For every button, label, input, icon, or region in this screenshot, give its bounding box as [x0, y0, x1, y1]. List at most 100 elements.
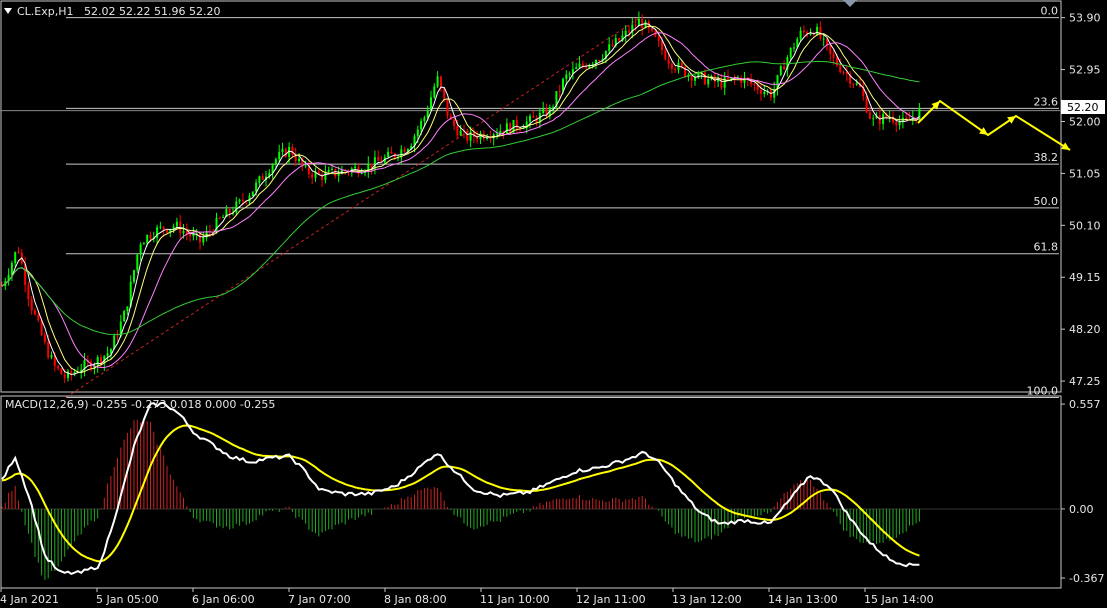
candle-body	[624, 30, 627, 36]
candle-body	[291, 146, 294, 156]
candle-body	[456, 126, 459, 136]
macd-y-tick-label: 0.557	[1069, 398, 1101, 411]
candle-body	[855, 83, 858, 85]
candle-body	[43, 335, 46, 342]
candle-body	[552, 106, 555, 108]
candle-body	[783, 66, 786, 70]
candle-body	[895, 121, 898, 126]
macd-header: MACD(12,26,9) -0.255 -0.273 0.018 0.000 …	[5, 398, 275, 411]
candle-body	[898, 121, 901, 126]
candle-body	[542, 108, 545, 113]
candle-body	[446, 98, 449, 116]
candle-body	[60, 368, 63, 375]
candle-body	[558, 91, 561, 93]
symbol-label: CL.Exp,H1	[17, 5, 74, 18]
candle-body	[769, 90, 772, 98]
candle-body	[17, 252, 20, 254]
ohlc-readout: 52.02 52.22 51.96 52.20	[84, 5, 220, 18]
candle-body	[760, 89, 762, 94]
y-tick-label: 50.10	[1069, 219, 1101, 232]
candle-body	[482, 133, 485, 139]
candle-body	[238, 199, 241, 202]
candle-body	[222, 216, 225, 218]
x-tick-label: 5 Jan 05:00	[96, 593, 159, 606]
candle-body	[723, 76, 726, 88]
candle-body	[218, 217, 221, 219]
candle-body	[608, 44, 611, 51]
candle-body	[96, 357, 99, 366]
candle-body	[753, 83, 756, 85]
candle-body	[420, 121, 423, 130]
y-tick-label: 51.05	[1069, 167, 1101, 180]
chart-window[interactable]: 0.0 23.6 38.2 50.0 61.8 100.0 53.90 52.95 52.00…	[0, 0, 1107, 608]
macd-y-tick-label: 0.00	[1069, 503, 1094, 516]
candle-body	[274, 159, 277, 165]
candle-body	[426, 110, 429, 118]
candle-body	[436, 76, 439, 87]
x-tick-label: 4 Jan 2021	[0, 593, 59, 606]
candle-body	[793, 47, 795, 49]
candle-body	[694, 77, 696, 81]
candle-body	[334, 168, 337, 176]
candle-body	[373, 157, 376, 169]
candle-body	[466, 131, 469, 141]
candle-body	[47, 341, 50, 358]
x-tick-label: 15 Jan 14:00	[864, 593, 934, 606]
x-tick-label: 12 Jan 11:00	[576, 593, 646, 606]
candle-body	[34, 310, 36, 315]
candle-body	[779, 66, 782, 76]
candle-body	[27, 284, 30, 300]
candle-body	[403, 149, 406, 153]
candle-body	[829, 45, 832, 55]
candle-body	[489, 137, 492, 139]
candle-body	[416, 129, 419, 137]
candle-body	[634, 24, 637, 26]
candle-body	[258, 176, 261, 183]
candle-body	[304, 165, 307, 167]
candle-body	[433, 86, 436, 98]
candle-body	[611, 44, 614, 46]
candle-body	[707, 79, 710, 85]
candle-body	[664, 50, 667, 60]
candle-body	[139, 244, 142, 255]
candle-body	[839, 65, 842, 72]
candle-body	[298, 158, 300, 162]
candle-body	[816, 26, 819, 35]
candle-body	[63, 374, 66, 379]
candle-body	[657, 36, 660, 41]
candle-body	[453, 119, 456, 127]
candle-body	[30, 299, 33, 311]
price-badge: 52.20	[1067, 101, 1099, 114]
candle-body	[228, 209, 231, 214]
candle-body	[182, 230, 185, 234]
candle-body	[136, 254, 139, 271]
candle-body	[868, 112, 871, 119]
y-tick-label: 48.20	[1069, 323, 1101, 336]
fib-level-label: 61.8	[1034, 241, 1059, 254]
candle-body	[251, 191, 254, 197]
candle-body	[703, 72, 706, 85]
candle-body	[598, 60, 601, 62]
candle-body	[166, 230, 168, 233]
candle-body	[878, 115, 881, 124]
candle-body	[146, 234, 149, 244]
x-tick-label: 7 Jan 07:00	[288, 593, 351, 606]
candle-body	[872, 118, 875, 120]
candle-body	[162, 226, 165, 231]
y-tick-label: 52.00	[1069, 115, 1101, 128]
candle-body	[822, 38, 825, 40]
fib-level-label: 38.2	[1034, 151, 1059, 164]
candle-body	[387, 151, 390, 158]
candle-body	[763, 91, 766, 94]
candle-body	[670, 63, 673, 69]
candle-body	[459, 130, 462, 136]
candle-body	[505, 123, 508, 134]
candle-body	[235, 201, 238, 213]
candle-body	[575, 67, 578, 70]
price-chart[interactable]: 0.023.638.250.061.8100.0 53.9052.9552.00…	[0, 0, 1107, 608]
candle-body	[390, 151, 393, 154]
y-tick-label: 52.95	[1069, 64, 1101, 77]
candle-body	[37, 314, 40, 321]
candle-body	[106, 353, 109, 356]
candle-body	[581, 63, 584, 66]
